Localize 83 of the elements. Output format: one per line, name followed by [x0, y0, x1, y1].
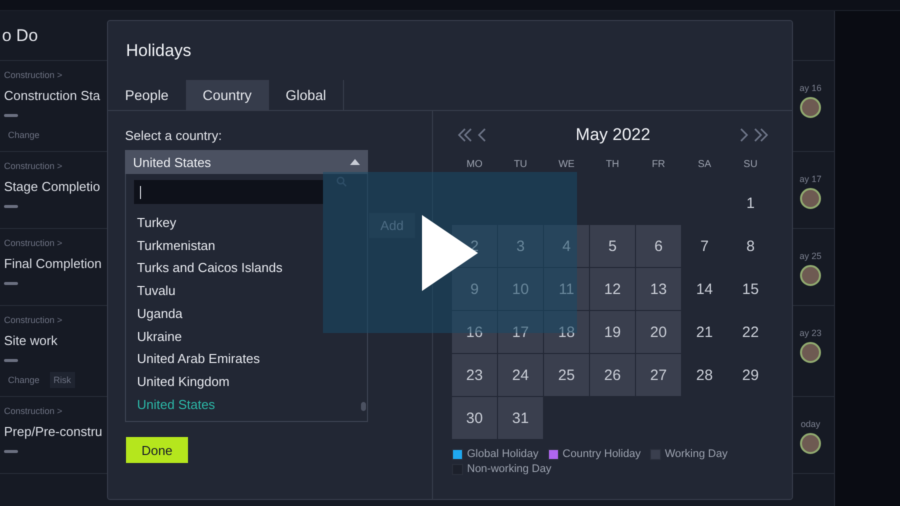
calendar-day[interactable]: 1 — [728, 182, 773, 224]
field-label: Select a country: — [125, 128, 223, 143]
breadcrumb: Construction > — [4, 161, 62, 171]
legend-label: Country Holiday — [562, 448, 641, 460]
breadcrumb: Construction > — [4, 406, 62, 416]
country-select[interactable]: United States — [125, 150, 368, 174]
country-option[interactable]: United Kingdom — [126, 370, 367, 394]
task-title: Site work — [4, 333, 58, 348]
weekday-label: TH — [604, 158, 620, 172]
priority-bar — [4, 359, 18, 362]
weekday-label: TU — [512, 158, 528, 172]
tag: Change — [4, 372, 44, 388]
calendar-day[interactable]: 26 — [590, 354, 635, 396]
dialog-title: Holidays — [125, 40, 192, 62]
calendar-day[interactable]: 7 — [682, 225, 727, 267]
calendar-day[interactable]: 20 — [636, 311, 681, 353]
country-option[interactable]: United Arab Emirates — [126, 348, 367, 371]
priority-bar — [4, 114, 18, 117]
calendar-day[interactable]: 8 — [728, 225, 773, 267]
done-button[interactable]: Done — [126, 437, 188, 463]
due-date: oday — [800, 419, 820, 429]
calendar-day[interactable]: 29 — [728, 354, 773, 396]
country-option[interactable]: Turkey — [126, 212, 367, 235]
calendar-day[interactable]: 23 — [452, 354, 497, 396]
avatar-icon — [800, 188, 821, 209]
legend-label: Working Day — [664, 448, 728, 460]
calendar-day[interactable]: 27 — [636, 354, 681, 396]
calendar-day[interactable]: 30 — [452, 397, 497, 439]
legend-label: Global Holiday — [467, 448, 539, 460]
scrollbar-thumb[interactable] — [361, 402, 366, 411]
calendar-day[interactable]: 12 — [590, 268, 635, 310]
country-option[interactable]: Turkmenistan — [126, 234, 367, 258]
calendar-day[interactable]: 21 — [682, 311, 727, 353]
avatar-icon — [800, 265, 821, 286]
tag: Change — [4, 127, 44, 143]
avatar-icon — [800, 97, 821, 118]
due-date: ay 25 — [799, 251, 822, 261]
previous-icon[interactable] — [458, 128, 488, 142]
country-option[interactable]: Uganda — [126, 302, 367, 326]
weekday-label: SU — [742, 158, 758, 172]
due-date: ay 16 — [799, 83, 822, 93]
task-title: Stage Completio — [4, 179, 100, 194]
breadcrumb: Construction > — [4, 238, 62, 248]
calendar-day[interactable]: 25 — [544, 354, 589, 396]
country-option[interactable]: Turks and Caicos Islands — [126, 257, 367, 280]
task-title: Prep/Pre-constru — [4, 424, 102, 439]
avatar-icon — [800, 342, 821, 363]
avatar-icon — [800, 433, 821, 454]
calendar-day[interactable]: 31 — [498, 397, 543, 439]
calendar-day[interactable]: 24 — [498, 354, 543, 396]
task-title: Construction Sta — [4, 88, 100, 103]
next-icon[interactable] — [738, 128, 768, 142]
tab[interactable]: Country — [186, 80, 269, 110]
legend-label: Non-working Day — [467, 463, 552, 475]
breadcrumb: Construction > — [4, 315, 62, 325]
calendar-day[interactable]: 13 — [636, 268, 681, 310]
country-option[interactable]: Ukraine — [126, 326, 367, 348]
calendar-day[interactable]: 22 — [728, 311, 773, 353]
calendar-day[interactable]: 28 — [682, 354, 727, 396]
weekday-label: WE — [557, 158, 576, 172]
calendar-day[interactable]: 14 — [682, 268, 727, 310]
weekday-label: SA — [696, 158, 712, 172]
country-option[interactable]: United States — [126, 394, 367, 416]
calendar-day[interactable]: 5 — [590, 225, 635, 267]
weekday-label: FR — [650, 158, 666, 172]
calendar-day[interactable]: 19 — [590, 311, 635, 353]
due-date: ay 17 — [799, 174, 822, 184]
caret-icon — [350, 159, 360, 165]
priority-bar — [4, 450, 18, 453]
country-option[interactable]: Tuvalu — [126, 280, 367, 303]
tag: Risk — [50, 372, 76, 388]
weekday-label: MO — [465, 158, 484, 172]
priority-bar — [4, 205, 18, 208]
month-title: May 2022 — [576, 125, 650, 145]
due-date: ay 23 — [799, 328, 822, 338]
task-title: Final Completion — [4, 256, 102, 271]
priority-bar — [4, 282, 18, 285]
tab[interactable]: Global — [268, 80, 344, 110]
calendar-day[interactable]: 15 — [728, 268, 773, 310]
tab[interactable]: People — [108, 80, 186, 110]
search-field[interactable] — [134, 180, 323, 204]
calendar-day[interactable]: 6 — [636, 225, 681, 267]
breadcrumb: Construction > — [4, 70, 62, 80]
